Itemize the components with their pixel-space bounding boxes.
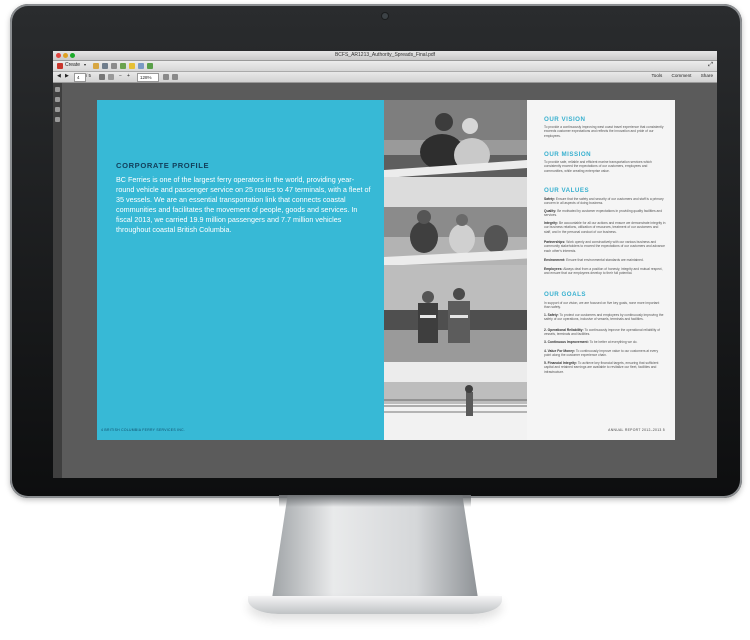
signatures-icon[interactable] (55, 117, 60, 122)
create-button[interactable]: Create (65, 61, 80, 69)
next-page-icon[interactable]: ▶ (65, 72, 69, 80)
left-page: CORPORATE PROFILE BC Ferries is one of t… (97, 100, 384, 440)
select-tool-icon[interactable] (99, 74, 105, 80)
document-title: BCFS_AR1213_Authority_Spreads_Final.pdf (334, 52, 436, 58)
page-number-field[interactable]: 4 (74, 73, 86, 82)
monitor-base (248, 596, 502, 614)
photo-deck-view (384, 362, 527, 440)
chevron-down-icon[interactable]: ▾ (84, 61, 86, 69)
tab-share[interactable]: Share (701, 73, 713, 78)
goal-item: 4. Value For Money: To continuously impr… (544, 349, 659, 358)
fit-page-icon[interactable] (163, 74, 169, 80)
navigation-toolbar: ◀ ▶ 4 / 5 − + 128% Tools Comment Share (53, 72, 717, 83)
bookmarks-icon[interactable] (55, 97, 60, 102)
sign-icon[interactable] (147, 63, 153, 69)
screen: BCFS_AR1213_Authority_Spreads_Final.pdf … (53, 51, 717, 478)
left-page-footer: 4 BRITISH COLUMBIA FERRY SERVICES INC. (101, 428, 186, 432)
document-spread: CORPORATE PROFILE BC Ferries is one of t… (97, 100, 675, 440)
value-item: Partnerships: Work openly and constructi… (544, 240, 665, 253)
navigation-sidebar (53, 83, 62, 478)
values-heading: OUR VALUES (544, 187, 590, 194)
vision-text: To provide a continuously improving west… (544, 125, 664, 138)
expand-icon[interactable]: ⤢ (708, 61, 713, 69)
save-icon[interactable] (102, 63, 108, 69)
value-item: Employees: Always deal from a position o… (544, 267, 663, 276)
goal-item: 3. Continuous Improvement: To be better … (544, 340, 638, 344)
corporate-profile-heading: CORPORATE PROFILE (116, 161, 210, 170)
monitor-stand (271, 495, 479, 605)
settings-icon[interactable] (120, 63, 126, 69)
photo-column (384, 100, 527, 440)
corporate-profile-text: BC Ferries is one of the largest ferry o… (116, 175, 371, 235)
mission-heading: OUR MISSION (544, 151, 592, 158)
value-item: Environment: Ensure that environmental s… (544, 258, 644, 262)
value-item: Quality: Be motivated by customer expect… (544, 209, 663, 218)
attachments-icon[interactable] (55, 107, 60, 112)
tab-comment[interactable]: Comment (672, 73, 692, 78)
value-item: Safety: Ensure that the safety and secur… (544, 197, 664, 206)
zoom-out-icon[interactable]: − (119, 72, 122, 80)
camera (382, 13, 388, 19)
page-thumbnails-icon[interactable] (55, 87, 60, 92)
photo-couple (384, 100, 527, 178)
goal-item: 2. Operational Reliability: To continuou… (544, 328, 660, 337)
main-toolbar: Create ▾ ⤢ (53, 61, 717, 72)
open-folder-icon[interactable] (93, 63, 99, 69)
mission-text: To provide safe, reliable and efficient … (544, 160, 652, 173)
hand-tool-icon[interactable] (108, 74, 114, 80)
stand-shadow (279, 495, 471, 507)
vision-heading: OUR VISION (544, 116, 586, 123)
zoom-field[interactable]: 128% (137, 73, 159, 82)
monitor-bezel: BCFS_AR1213_Authority_Spreads_Final.pdf … (10, 4, 742, 498)
goals-heading: OUR GOALS (544, 291, 586, 298)
previous-page-icon[interactable]: ◀ (57, 72, 61, 80)
comment-icon[interactable] (129, 63, 135, 69)
create-icon (57, 63, 63, 69)
photo-staff (384, 265, 527, 362)
tab-tools[interactable]: Tools (652, 73, 663, 78)
goal-item: 1. Safety: To protect our customers and … (544, 313, 664, 322)
photo-passengers (384, 177, 527, 266)
window-titlebar: BCFS_AR1213_Authority_Spreads_Final.pdf (53, 51, 717, 61)
right-page-footer: ANNUAL REPORT 2012–2013 5 (608, 428, 665, 432)
value-item: Integrity: Be accountable for all our ac… (544, 221, 666, 234)
goal-item: 5. Financial Integrity: To achieve key f… (544, 361, 659, 374)
right-page: OUR VISION To provide a continuously imp… (527, 100, 675, 440)
zoom-in-icon[interactable]: + (127, 72, 130, 80)
goals-intro: In support of our vision, we are focused… (544, 301, 660, 310)
read-mode-icon[interactable] (172, 74, 178, 80)
email-icon[interactable] (138, 63, 144, 69)
page-total: / 5 (86, 73, 92, 78)
print-icon[interactable] (111, 63, 117, 69)
pane-tabs: Tools Comment Share (644, 73, 713, 78)
